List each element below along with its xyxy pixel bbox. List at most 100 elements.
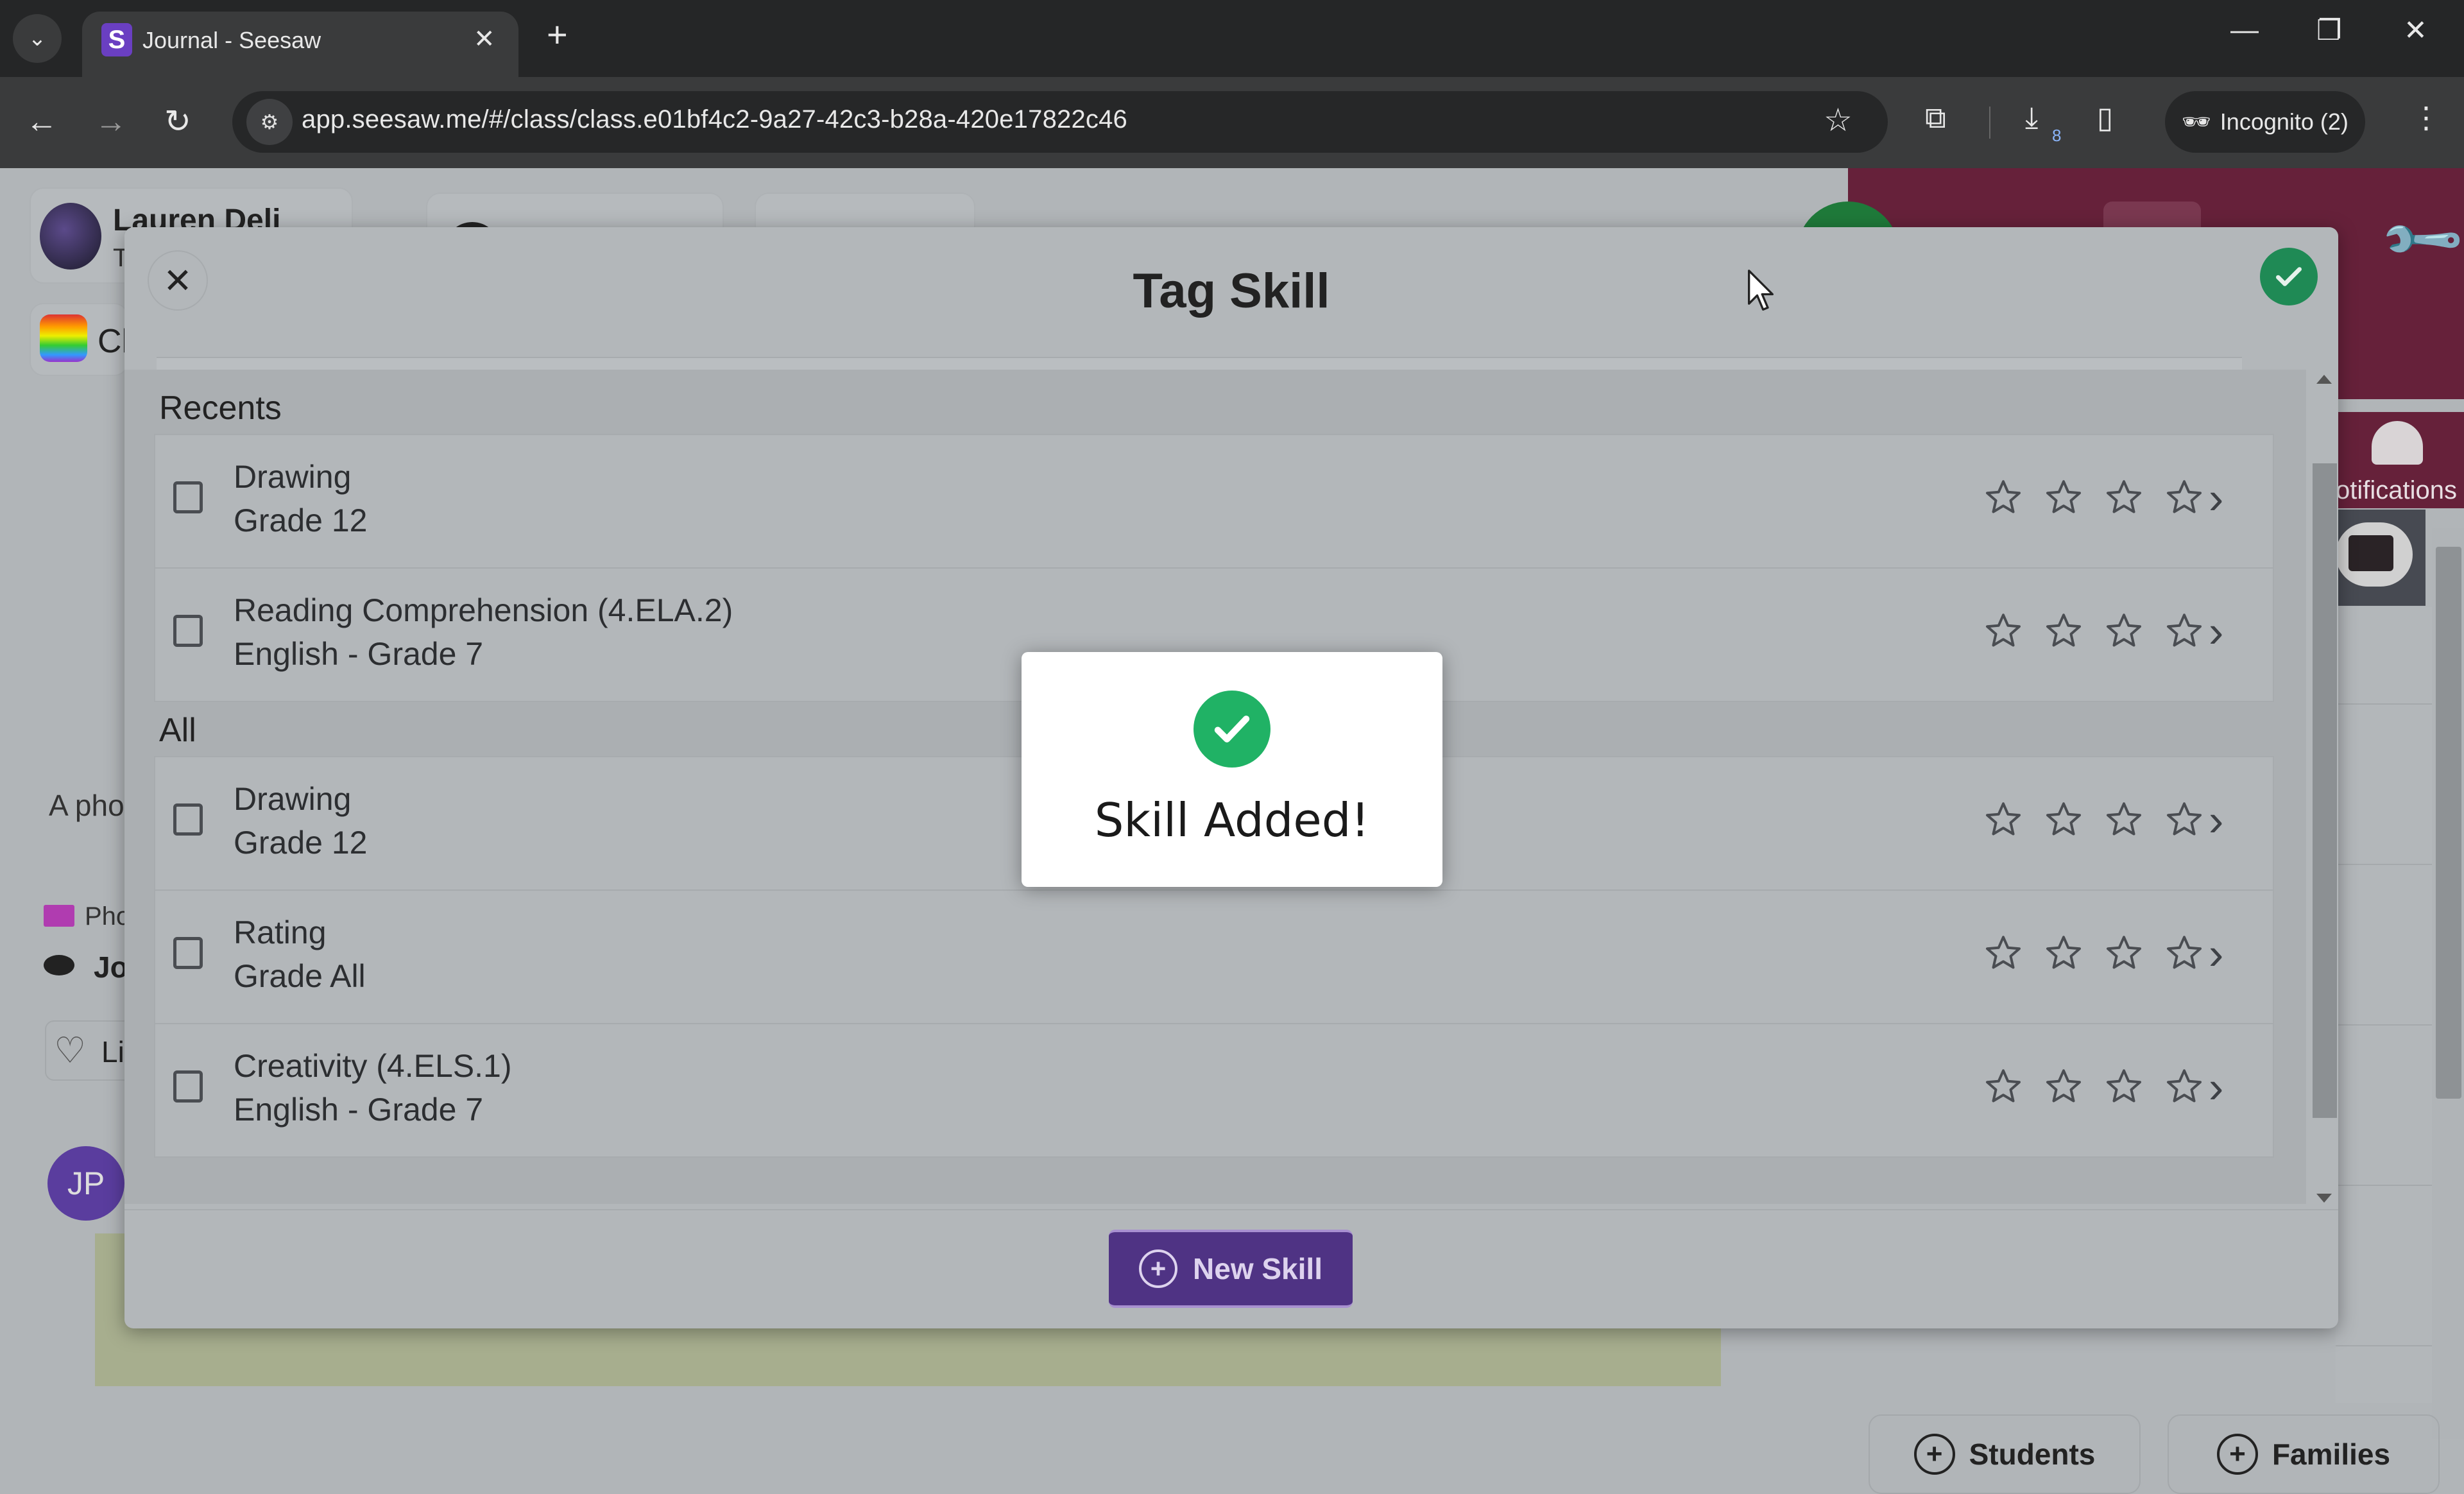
skill-checkbox[interactable]: [173, 1070, 203, 1103]
chevron-right-icon[interactable]: ›: [2209, 606, 2223, 657]
star-rating[interactable]: [1984, 477, 2203, 516]
skill-row[interactable]: Drawing Grade 12 ›: [154, 434, 2274, 569]
skill-checkbox[interactable]: [173, 803, 203, 836]
plus-circle-icon: +: [1139, 1249, 1178, 1288]
folder-icon: [44, 905, 74, 927]
star-icon[interactable]: [2165, 933, 2203, 972]
comment-author: Jo: [94, 950, 128, 984]
incognito-button[interactable]: 🕶 Incognito (2): [2165, 91, 2365, 153]
modal-title: Tag Skill: [1133, 264, 1330, 318]
skill-grade: Grade 12: [234, 825, 368, 861]
star-icon[interactable]: [2044, 611, 2083, 649]
reload-icon[interactable]: ↻: [164, 103, 191, 140]
browser-tab-strip: ⌄ S Journal - Seesaw ✕ + — ❐ ✕: [0, 0, 2464, 78]
star-icon[interactable]: [2044, 800, 2083, 838]
side-panel-icon[interactable]: ▯: [2097, 100, 2113, 135]
star-icon[interactable]: [2165, 611, 2203, 649]
star-icon[interactable]: [2105, 611, 2143, 649]
plus-circle-icon: +: [2216, 1434, 2258, 1475]
chevron-right-icon[interactable]: ›: [2209, 794, 2223, 846]
skill-checkbox[interactable]: [173, 481, 203, 513]
list-divider: [2336, 1024, 2432, 1026]
downloads-icon[interactable]: ⤓: [2025, 100, 2038, 136]
page-scrollbar[interactable]: [2432, 528, 2464, 1439]
confirm-button[interactable]: [2260, 248, 2318, 305]
tab-close-icon[interactable]: ✕: [474, 24, 495, 54]
add-families-label: Families: [2272, 1438, 2391, 1471]
scroll-up-arrow-icon[interactable]: [2316, 375, 2332, 384]
star-icon[interactable]: [2105, 933, 2143, 972]
star-icon[interactable]: [1984, 1067, 2023, 1105]
folders-button[interactable]: [2336, 510, 2426, 606]
site-info-icon[interactable]: ⚙: [246, 99, 293, 145]
restore-icon[interactable]: ❐: [2316, 14, 2341, 47]
class-selector[interactable]: Cl: [30, 303, 129, 376]
notifications-label: otifications: [2336, 476, 2457, 504]
star-icon[interactable]: [1984, 477, 2023, 516]
star-icon[interactable]: [2105, 477, 2143, 516]
skill-title: Rating: [234, 914, 327, 950]
url-text[interactable]: app.seesaw.me/#/class/class.e01bf4c2-9a2…: [302, 105, 1127, 134]
add-families-button[interactable]: + Families: [2168, 1414, 2440, 1494]
back-icon[interactable]: ←: [26, 103, 58, 140]
skill-row[interactable]: Creativity (4.ELS.1) English - Grade 7 ›: [154, 1023, 2274, 1158]
skill-checkbox[interactable]: [173, 615, 203, 647]
star-icon[interactable]: [2044, 1067, 2083, 1105]
skill-title: Drawing: [234, 781, 352, 817]
minimize-icon[interactable]: —: [2230, 14, 2259, 46]
downloads-badge: 8: [2052, 126, 2062, 145]
skill-title: Reading Comprehension (4.ELA.2): [234, 592, 733, 628]
star-icon[interactable]: [2165, 800, 2203, 838]
add-students-button[interactable]: + Students: [1869, 1414, 2141, 1494]
modal-scrollbar[interactable]: [2306, 370, 2338, 1204]
star-rating[interactable]: [1984, 800, 2203, 838]
star-icon[interactable]: [1984, 800, 2023, 838]
skill-added-toast: Skill Added!: [1022, 652, 1442, 887]
browser-menu-icon[interactable]: ⋮: [2411, 100, 2441, 135]
page-scrollbar-thumb[interactable]: [2436, 547, 2461, 1099]
comment-icon: [44, 955, 74, 975]
modal-header: ✕ Tag Skill: [124, 227, 2338, 353]
star-icon[interactable]: [2044, 477, 2083, 516]
chevron-right-icon[interactable]: ›: [2209, 1061, 2223, 1113]
star-icon[interactable]: [1984, 933, 2023, 972]
notifications-button[interactable]: otifications: [2336, 412, 2464, 508]
window-close-icon[interactable]: ✕: [2404, 14, 2427, 47]
address-bar[interactable]: ⚙ app.seesaw.me/#/class/class.e01bf4c2-9…: [232, 91, 1888, 153]
skill-grade: Grade All: [234, 958, 366, 994]
star-icon[interactable]: [1984, 611, 2023, 649]
star-rating[interactable]: [1984, 1067, 2203, 1105]
skill-checkbox[interactable]: [173, 937, 203, 969]
scroll-down-arrow-icon[interactable]: [2316, 1194, 2332, 1203]
header-divider: [157, 357, 2242, 371]
tab-search-button[interactable]: ⌄: [13, 14, 62, 63]
skill-row[interactable]: Rating Grade All ›: [154, 889, 2274, 1024]
chevron-right-icon[interactable]: ›: [2209, 928, 2223, 979]
commenter-avatar: JP: [47, 1146, 124, 1221]
add-students-label: Students: [1969, 1438, 2096, 1471]
star-rating[interactable]: [1984, 933, 2203, 972]
students-list: [2336, 607, 2432, 1403]
like-label: Li: [101, 1035, 124, 1069]
star-icon[interactable]: [2165, 1067, 2203, 1105]
chevron-right-icon[interactable]: ›: [2209, 472, 2223, 524]
skill-grade: English - Grade 7: [234, 636, 484, 672]
new-skill-label: New Skill: [1193, 1252, 1322, 1285]
star-icon[interactable]: [2165, 477, 2203, 516]
extensions-icon[interactable]: ⧉: [1925, 100, 1946, 136]
toolbar-divider: [1989, 107, 1990, 139]
browser-tab-active[interactable]: S Journal - Seesaw ✕: [82, 12, 518, 78]
modal-scrollbar-thumb[interactable]: [2313, 463, 2337, 1118]
star-icon[interactable]: [2105, 1067, 2143, 1105]
new-skill-button[interactable]: + New Skill: [1109, 1230, 1353, 1308]
star-icon[interactable]: [2105, 800, 2143, 838]
star-rating[interactable]: [1984, 611, 2203, 649]
new-tab-button[interactable]: +: [547, 17, 568, 53]
folder-icon: [2348, 535, 2393, 571]
bookmark-star-icon[interactable]: ☆: [1824, 101, 1852, 139]
star-icon[interactable]: [2044, 933, 2083, 972]
skill-title: Creativity (4.ELS.1): [234, 1048, 512, 1084]
forward-icon[interactable]: →: [95, 103, 127, 140]
footer-divider: [124, 1209, 2338, 1210]
class-rainbow-icon: [40, 314, 87, 362]
